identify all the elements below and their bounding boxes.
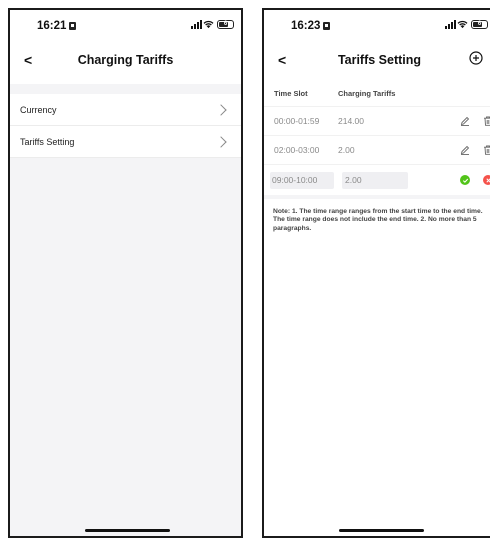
cell-tariff: 214.00 [338, 116, 364, 126]
sim-icon [69, 22, 77, 30]
battery-icon: 6 [471, 20, 488, 29]
sim-icon [323, 22, 331, 30]
home-indicator [85, 529, 170, 532]
menu-item-label: Currency [20, 104, 57, 115]
time-slot-input-value: 09:00-10:00 [272, 175, 318, 185]
confirm-icon[interactable] [460, 175, 470, 185]
wifi-icon [457, 20, 468, 29]
status-time: 16:23 [291, 20, 331, 32]
tariff-input-value: 2.00 [345, 175, 362, 185]
chevron-right-icon [215, 103, 227, 116]
nav-bar: < Tariffs Setting [264, 40, 490, 84]
signal-icon [445, 20, 456, 29]
nav-bar: < Charging Tariffs [10, 40, 241, 84]
table-header: Time Slot Charging Tariffs [264, 80, 490, 106]
cell-tariff: 2.00 [338, 145, 355, 155]
table-row: 00:00-01:59 214.00 [264, 106, 490, 135]
menu-item-label: Tariffs Setting [20, 136, 75, 147]
header-time-slot: Time Slot [274, 88, 308, 98]
cell-time-slot: 00:00-01:59 [274, 116, 320, 126]
charging-tariffs-screen: 16:21 6 < Charging Tariffs Currency Tari… [8, 8, 243, 538]
trash-icon[interactable] [483, 145, 490, 155]
signal-icon [191, 20, 202, 29]
status-bar: 16:21 6 [10, 10, 241, 40]
home-indicator [339, 529, 424, 532]
row-actions [428, 175, 490, 185]
battery-icon: 6 [217, 20, 234, 29]
status-bar: 16:23 6 [264, 10, 490, 40]
trash-icon[interactable] [483, 116, 490, 126]
wifi-icon [203, 20, 214, 29]
table-row: 02:00-03:00 2.00 [264, 135, 490, 164]
row-actions [428, 145, 490, 155]
tariff-input[interactable]: 2.00 [342, 171, 408, 189]
tariff-table: Time Slot Charging Tariffs 00:00-01:59 2… [264, 80, 490, 195]
menu-item-tariffs-setting[interactable]: Tariffs Setting [10, 126, 241, 158]
tariffs-setting-screen: 16:23 6 < Tariffs Setting Time Slot Char… [262, 8, 490, 538]
edit-icon[interactable] [460, 116, 470, 126]
page-title: Charging Tariffs [77, 53, 174, 67]
battery-level: 6 [477, 21, 482, 27]
settings-menu: Currency Tariffs Setting [10, 94, 241, 158]
cancel-icon[interactable] [483, 175, 490, 185]
battery-level: 6 [223, 21, 228, 27]
status-time: 16:21 [37, 20, 77, 32]
menu-item-currency[interactable]: Currency [10, 94, 241, 126]
note-text: Note: 1. The time range ranges from the … [264, 199, 490, 536]
time-slot-input[interactable]: 09:00-10:00 [270, 171, 334, 189]
plus-circle-icon[interactable] [469, 51, 483, 65]
cell-time-slot: 02:00-03:00 [274, 145, 320, 155]
table-row-editing: 09:00-10:00 2.00 [264, 164, 490, 195]
header-charging-tariffs: Charging Tariffs [338, 88, 396, 98]
chevron-right-icon [215, 135, 227, 148]
row-actions [428, 116, 490, 126]
edit-icon[interactable] [460, 145, 470, 155]
page-title: Tariffs Setting [337, 53, 422, 67]
